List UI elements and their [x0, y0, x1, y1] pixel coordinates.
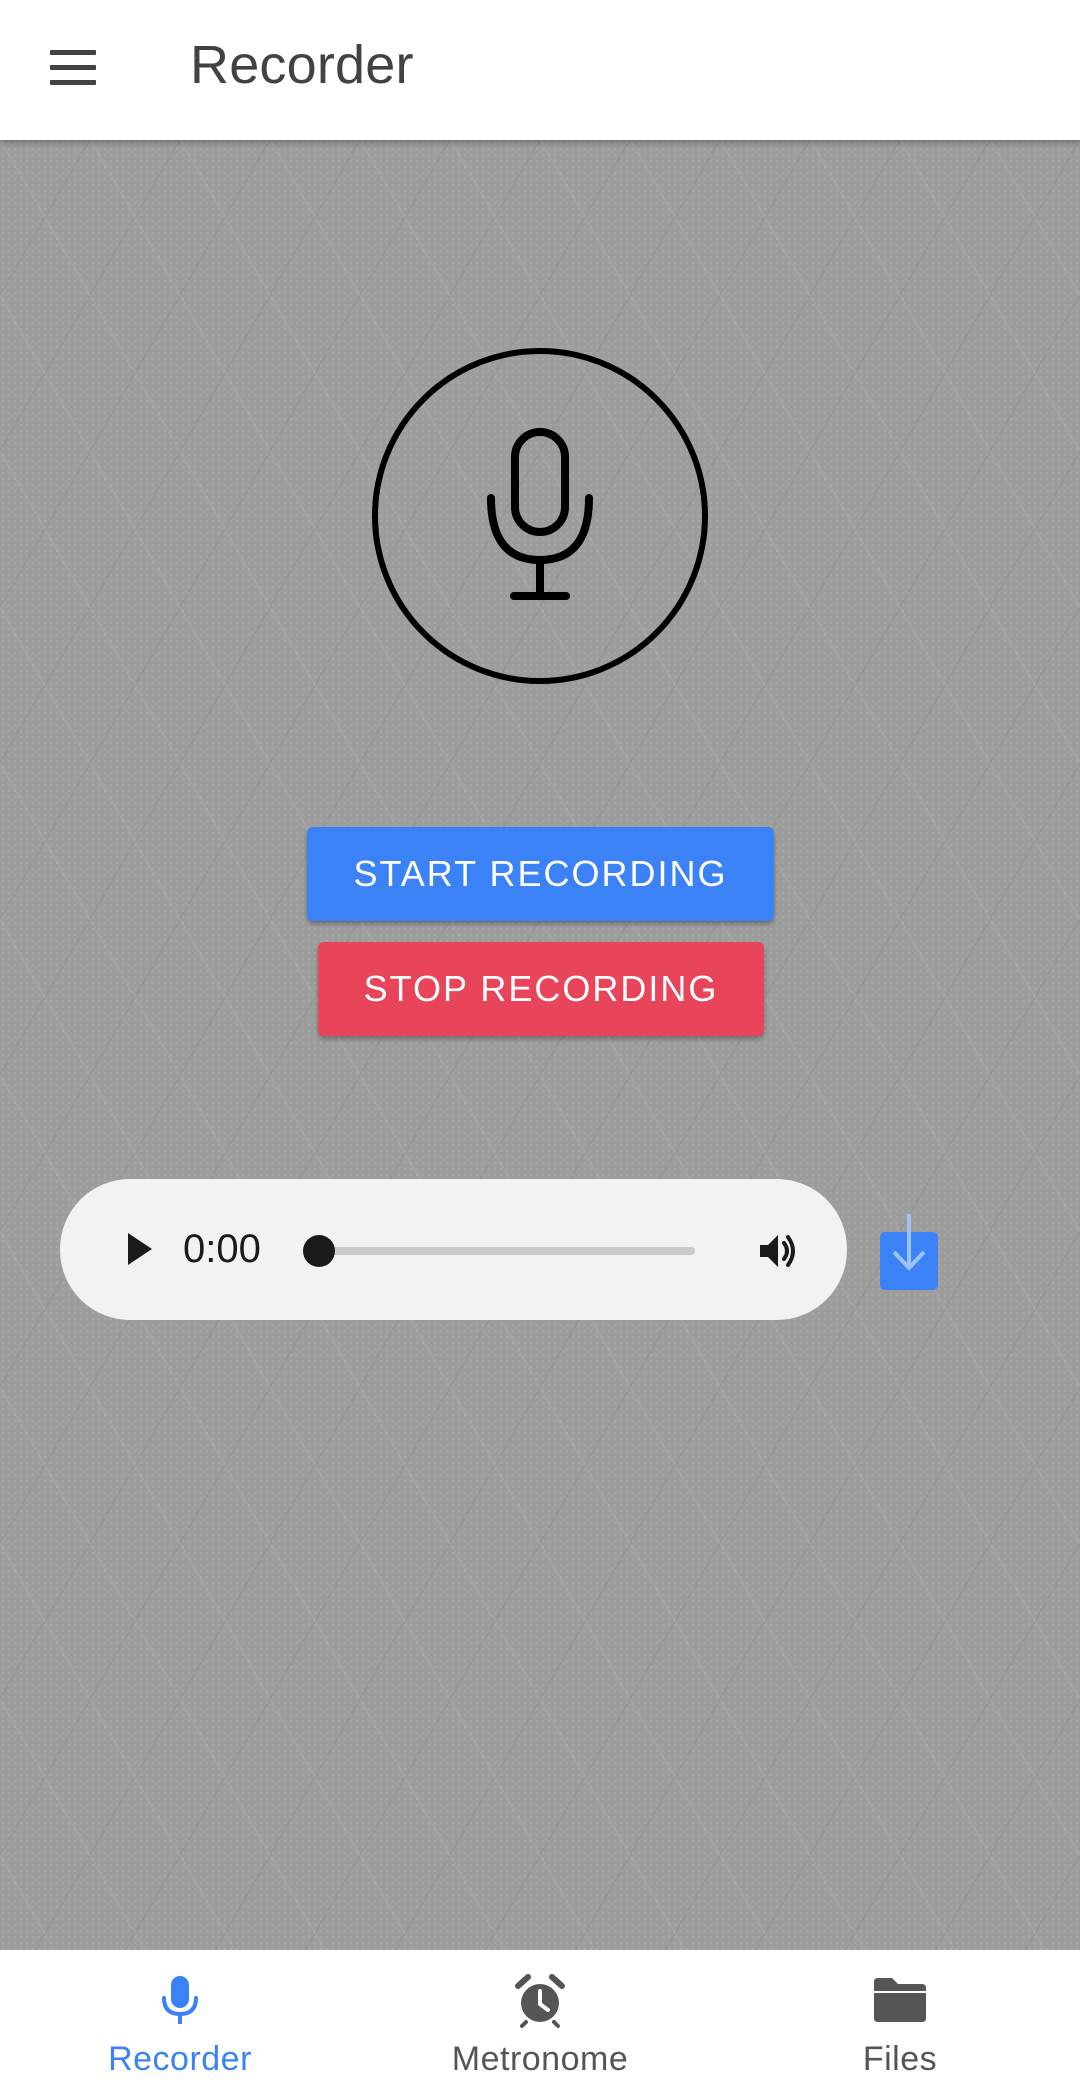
menu-icon[interactable] [48, 48, 100, 88]
folder-icon [874, 1978, 926, 2022]
microphone-button[interactable] [372, 348, 708, 684]
app-bar: Recorder [0, 0, 1080, 140]
nav-item-files[interactable]: Files [720, 1950, 1080, 2089]
stop-recording-button[interactable]: STOP RECORDING [318, 942, 764, 1036]
current-time: 0:00 [183, 1227, 261, 1271]
download-button[interactable] [878, 1212, 940, 1292]
audio-player: 0:00 [60, 1179, 847, 1320]
seek-thumb[interactable] [303, 1235, 335, 1267]
nav-item-recorder[interactable]: Recorder [0, 1950, 360, 2089]
volume-icon[interactable] [756, 1229, 800, 1273]
page-title: Recorder [190, 35, 414, 95]
seek-bar[interactable] [318, 1247, 695, 1255]
nav-item-metronome[interactable]: Metronome [360, 1950, 720, 2089]
microphone-icon [162, 1976, 198, 2024]
alarm-clock-icon [515, 1974, 565, 2028]
bottom-navigation: Recorder Metronome Files [0, 1950, 1080, 2089]
download-icon [880, 1214, 938, 1290]
nav-label-metronome: Metronome [451, 2040, 629, 2078]
nav-label-files: Files [862, 2040, 938, 2078]
play-icon[interactable] [118, 1227, 158, 1271]
start-recording-button[interactable]: START RECORDING [307, 827, 774, 921]
nav-label-recorder: Recorder [108, 2040, 252, 2078]
microphone-icon [487, 428, 593, 600]
